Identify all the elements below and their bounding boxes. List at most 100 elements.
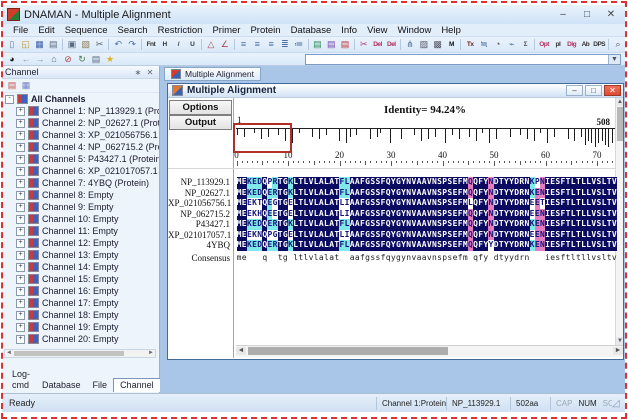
menu-item-window[interactable]: Window xyxy=(393,24,437,37)
menu-item-help[interactable]: Help xyxy=(436,24,466,37)
output-button[interactable]: Output xyxy=(169,115,232,130)
menu-item-database[interactable]: Database xyxy=(286,24,337,37)
dot-plot-icon[interactable]: ▨ xyxy=(417,38,431,51)
menu-item-restriction[interactable]: Restriction xyxy=(153,24,208,37)
clock-icon[interactable]: ◔ xyxy=(491,38,505,51)
redo-icon[interactable]: ↷ xyxy=(125,38,139,51)
triangle-tool-icon[interactable]: △ xyxy=(204,38,218,51)
print-icon[interactable]: ▤ xyxy=(46,38,60,51)
undo-icon[interactable]: ↶ xyxy=(111,38,125,51)
delete-sequence-icon[interactable]: Del xyxy=(371,38,385,51)
pin-icon[interactable]: ∗ xyxy=(132,68,144,77)
stop-icon[interactable]: ⊘ xyxy=(61,53,75,66)
channel-tree-item[interactable]: +Channel 7: 4YBQ (Protein) xyxy=(2,177,159,189)
scrollbar-thumb[interactable] xyxy=(14,351,124,356)
channel-tree-item[interactable]: +Channel 4: NP_062715.2 (Protein) xyxy=(2,141,159,153)
channel-tree-item[interactable]: +Channel 14: Empty xyxy=(2,261,159,273)
underline-icon[interactable]: U xyxy=(185,38,199,51)
tree-expander-icon[interactable]: + xyxy=(16,299,25,308)
menu-item-view[interactable]: View xyxy=(362,24,392,37)
channel-tree-item[interactable]: +Channel 15: Empty xyxy=(2,273,159,285)
scroll-left-icon[interactable]: ◄ xyxy=(6,350,12,357)
options-button[interactable]: Options xyxy=(169,100,232,115)
restriction-map-icon[interactable]: ≒ xyxy=(477,38,491,51)
channel-tree-item[interactable]: +Channel 6: XP_021017057.1 (Prote xyxy=(2,165,159,177)
copy-icon[interactable]: ▣ xyxy=(65,38,79,51)
open-file-icon[interactable]: ◱ xyxy=(19,38,33,51)
tree-expander-icon[interactable]: + xyxy=(16,143,25,152)
browser-icon[interactable]: ◕ xyxy=(5,53,19,66)
document-tab[interactable]: Multiple Alignment xyxy=(164,67,261,81)
channel-tree-item[interactable]: +Channel 11: Empty xyxy=(2,225,159,237)
paste-icon[interactable]: ▧ xyxy=(79,38,93,51)
sequence-name[interactable]: NP_062715.2 xyxy=(168,209,230,220)
save-channel-icon[interactable]: ▦ xyxy=(19,79,33,92)
tree-expander-icon[interactable]: + xyxy=(16,107,25,116)
menu-item-sequence[interactable]: Sequence xyxy=(60,24,113,37)
optimize-icon[interactable]: Opt xyxy=(537,38,551,51)
tree-expander-icon[interactable]: + xyxy=(16,311,25,320)
bullet-list-icon[interactable]: ≔ xyxy=(292,38,306,51)
header-icon[interactable]: H xyxy=(158,38,172,51)
alignment-hscrollbar[interactable]: ◄ ► xyxy=(236,345,623,357)
tree-expander-icon[interactable]: + xyxy=(16,275,25,284)
channel-tree-item[interactable]: +Channel 8: Empty xyxy=(2,189,159,201)
matrix-icon[interactable]: ▩ xyxy=(431,38,445,51)
tree-expander-icon[interactable]: + xyxy=(16,251,25,260)
angle-tool-icon[interactable]: ∠ xyxy=(218,38,232,51)
analysis-icon[interactable]: Σ xyxy=(518,38,532,51)
align-right-icon[interactable]: ≡ xyxy=(264,38,278,51)
tree-expander-icon[interactable]: + xyxy=(16,179,25,188)
inner-minimize-button[interactable]: – xyxy=(566,85,583,96)
dps-icon[interactable]: DPS xyxy=(592,38,606,51)
tree-expander-icon[interactable]: + xyxy=(16,119,25,128)
align-center-icon[interactable]: ≡ xyxy=(250,38,264,51)
tree-expander-icon[interactable]: + xyxy=(16,155,25,164)
sequence-name[interactable]: NP_113929.1 xyxy=(168,177,230,188)
export-channel-icon[interactable]: ▤ xyxy=(5,79,19,92)
inner-maximize-button[interactable]: □ xyxy=(585,85,602,96)
sequence-purple-icon[interactable]: ▤ xyxy=(324,38,338,51)
binoculars-search-icon[interactable]: M xyxy=(445,38,459,51)
menu-item-protein[interactable]: Protein xyxy=(245,24,285,37)
align-left-icon[interactable]: ≡ xyxy=(237,38,251,51)
tree-expander-icon[interactable]: + xyxy=(16,335,25,344)
channel-tree-item[interactable]: +Channel 20: Empty xyxy=(2,333,159,345)
channel-tree-item[interactable]: +Channel 3: XP_021056756.1 (Prote xyxy=(2,129,159,141)
translate-icon[interactable]: Tx xyxy=(463,38,477,51)
menu-item-file[interactable]: File xyxy=(8,24,33,37)
new-file-icon[interactable]: ▯ xyxy=(5,38,19,51)
sequence-red-icon[interactable]: ▤ xyxy=(338,38,352,51)
phylo-tree-icon[interactable]: ⋔ xyxy=(403,38,417,51)
digest-icon[interactable]: Dig xyxy=(565,38,579,51)
panel-tab-channel[interactable]: Channel xyxy=(113,378,161,392)
sequence-name[interactable]: 4YBQ xyxy=(168,240,230,251)
sequence-name[interactable]: XP_021017057.1 xyxy=(168,230,230,241)
delete-all-icon[interactable]: Del xyxy=(384,38,398,51)
sequence-name[interactable]: Consensus xyxy=(168,253,230,264)
menu-item-edit[interactable]: Edit xyxy=(33,24,59,37)
channel-tree-item[interactable]: +Channel 5: P43427.1 (Protein) xyxy=(2,153,159,165)
antibody-icon[interactable]: Ab xyxy=(579,38,593,51)
tree-expander-icon[interactable]: + xyxy=(16,287,25,296)
numbered-list-icon[interactable]: ≣ xyxy=(278,38,292,51)
home-icon[interactable]: ⌂ xyxy=(47,53,61,66)
channel-tree-item[interactable]: +Channel 1: NP_113929.1 (Protein) xyxy=(2,105,159,117)
zoom-icon[interactable]: ⌕ xyxy=(611,38,625,51)
forward-icon[interactable]: → xyxy=(33,53,47,66)
scroll-right-icon[interactable]: ► xyxy=(613,347,623,355)
menu-item-search[interactable]: Search xyxy=(112,24,152,37)
menu-item-primer[interactable]: Primer xyxy=(207,24,245,37)
sequence-name[interactable]: NP_02627.1 xyxy=(168,188,230,199)
panel-tab-log-cmd[interactable]: Log-cmd xyxy=(6,368,36,392)
save-file-icon[interactable]: ▦ xyxy=(33,38,47,51)
refresh-icon[interactable]: ↻ xyxy=(75,53,89,66)
close-button[interactable]: ✕ xyxy=(599,7,623,22)
alignment-window-titlebar[interactable]: Multiple Alignment – □ ✕ xyxy=(168,84,623,98)
panel-tab-database[interactable]: Database xyxy=(36,379,87,392)
scroll-up-icon[interactable]: ▲ xyxy=(616,98,623,106)
channel-tree-item[interactable]: +Channel 17: Empty xyxy=(2,297,159,309)
close-panel-icon[interactable]: ✕ xyxy=(144,68,156,77)
channel-tree-hscrollbar[interactable]: ◄ ► xyxy=(4,349,156,358)
scroll-right-icon[interactable]: ► xyxy=(148,350,154,357)
